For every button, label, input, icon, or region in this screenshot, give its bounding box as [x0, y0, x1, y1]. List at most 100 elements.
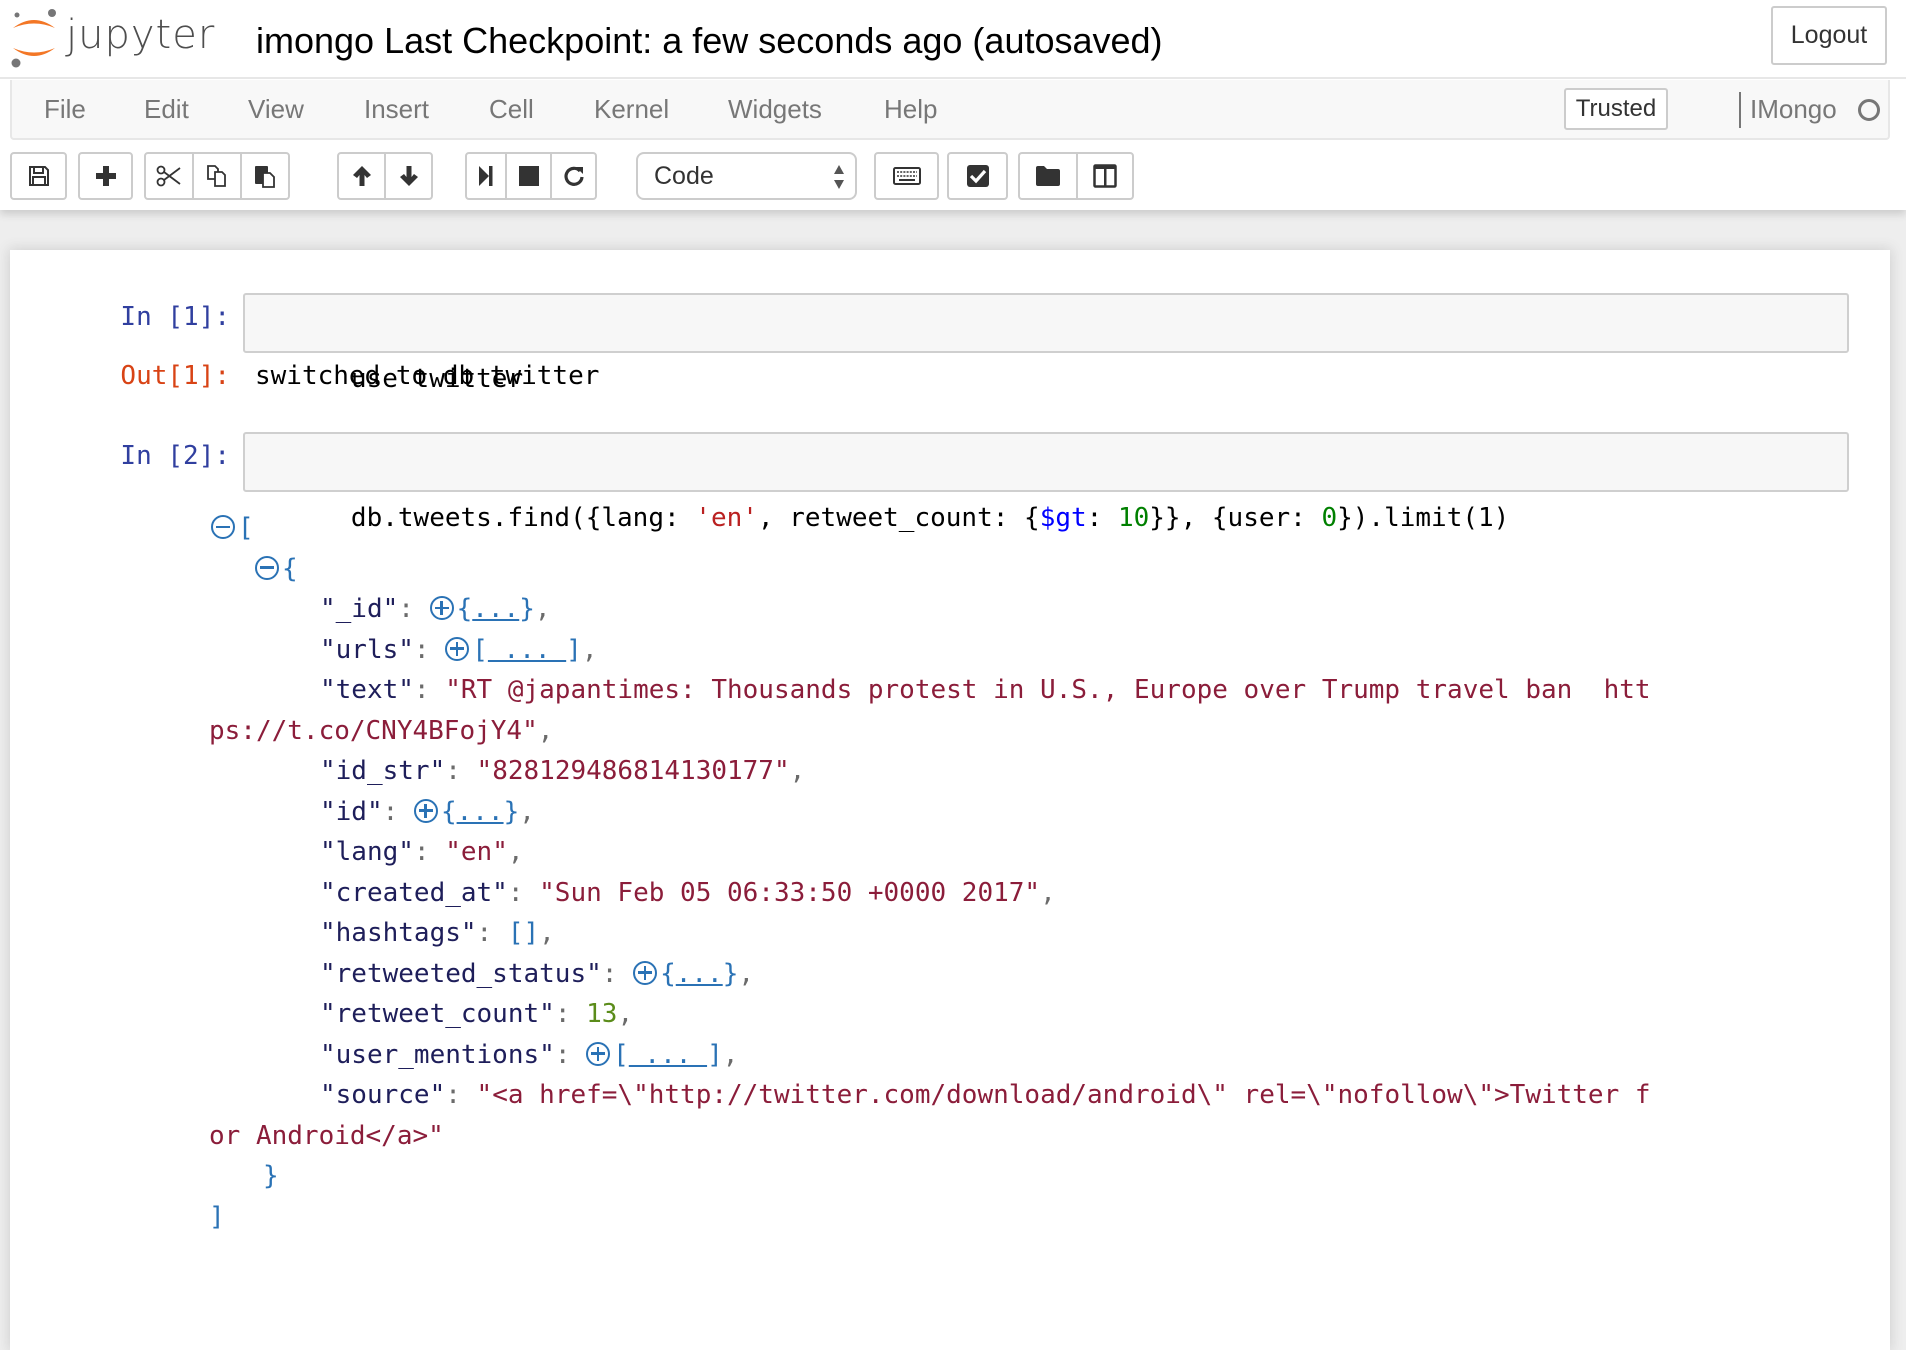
cell-input-editor[interactable]: use twitter [243, 293, 1849, 394]
menu-kernel[interactable]: Kernel [594, 80, 669, 138]
notebook-name[interactable]: imongo [256, 20, 374, 61]
code-token: 'en' [695, 503, 758, 533]
comma: , [581, 634, 598, 665]
menu-view[interactable]: View [248, 80, 304, 138]
select-arrows-icon [834, 165, 844, 189]
move-group [337, 152, 433, 200]
json-key: "lang" [320, 837, 414, 867]
comma: , [537, 715, 554, 746]
columns-icon [1093, 164, 1117, 188]
collapse-array-icon[interactable] [211, 515, 235, 539]
copy-button[interactable] [192, 152, 242, 200]
move-up-button[interactable] [337, 152, 386, 200]
step-forward-icon [479, 166, 493, 186]
paste-button[interactable] [240, 152, 290, 200]
menu-cell[interactable]: Cell [489, 80, 534, 138]
insert-cell-button[interactable] [78, 152, 133, 200]
json-string-value: "828129486814130177" [476, 756, 790, 786]
notebook-title: imongo Last Checkpoint: a few seconds ago… [256, 20, 1163, 62]
code-token: }}, {user: [1149, 503, 1322, 533]
json-key: "user_mentions" [320, 1039, 555, 1070]
cell-type-select[interactable]: Code [636, 152, 857, 200]
plus-icon [95, 166, 116, 186]
json-string-value: "en" [445, 837, 508, 867]
expand-icon[interactable] [445, 636, 470, 661]
trusted-indicator[interactable]: Trusted [1564, 88, 1668, 130]
json-line: "id_str": "828129486814130177", [320, 751, 805, 791]
logout-button[interactable]: Logout [1771, 6, 1887, 65]
extra-group [1018, 152, 1134, 200]
menu-insert[interactable]: Insert [364, 80, 429, 138]
toggle-button[interactable] [947, 152, 1008, 200]
notebook-container: In [1]: use twitter Out[1]: switched to … [10, 250, 1890, 1350]
bracket: ] [566, 634, 582, 665]
menu-edit[interactable]: Edit [144, 80, 189, 138]
move-down-button[interactable] [384, 152, 433, 200]
expand-icon[interactable] [586, 1041, 611, 1066]
expand-preview-link[interactable]: ... [488, 635, 566, 665]
comma: , [1040, 877, 1056, 908]
toggle-group [947, 152, 1008, 200]
command-palette-button[interactable] [874, 152, 939, 200]
split-view-button[interactable] [1076, 152, 1134, 200]
json-line: "_id": {...}, [320, 589, 551, 629]
expand-preview-link[interactable]: ... [472, 594, 519, 624]
expand-icon[interactable] [429, 596, 454, 620]
paste-icon [255, 166, 275, 188]
interrupt-button[interactable] [505, 152, 552, 200]
open-bracket: [ [238, 513, 254, 543]
code-token: , retweet_count: { [757, 503, 1040, 533]
copy-icon [207, 165, 226, 187]
json-line: "source": "<a href=\"http://twitter.com/… [320, 1075, 1651, 1115]
json-line: "id": {...}, [320, 792, 535, 832]
json-key: "created_at" [320, 877, 508, 908]
expand-icon[interactable] [413, 798, 438, 823]
expand-preview-link[interactable]: ... [457, 797, 504, 827]
code-text: db.tweets.find({lang: 'en', retweet_coun… [351, 503, 1509, 533]
bracket: } [503, 796, 520, 827]
cell-input-editor[interactable]: db.tweets.find({lang: 'en', retweet_coun… [243, 432, 1849, 533]
menu-file[interactable]: File [44, 80, 86, 138]
expand-preview-link[interactable]: ... [629, 1040, 707, 1070]
folder-icon [1036, 166, 1060, 186]
cut-button[interactable] [144, 152, 194, 200]
menu-help[interactable]: Help [884, 80, 937, 138]
cut-icon [156, 165, 181, 187]
colon: : [413, 675, 446, 705]
collapse-object-icon[interactable] [255, 555, 279, 580]
checkbox-icon [966, 165, 989, 187]
colon: : [554, 999, 587, 1029]
open-button[interactable] [1018, 152, 1078, 200]
json-string-value-continued: or Android</a>" [209, 1120, 444, 1151]
bracket: { [456, 594, 473, 624]
restart-button[interactable] [550, 152, 597, 200]
stop-icon [518, 166, 539, 186]
bracket: } [519, 594, 535, 624]
json-key: "retweeted_status" [320, 958, 602, 989]
json-line: or Android</a>" [209, 1116, 444, 1156]
arrow-up-icon [352, 166, 371, 186]
run-button[interactable] [465, 152, 507, 200]
json-line: "text": "RT @japantimes: Thousands prote… [320, 670, 1651, 710]
expand-preview-link[interactable]: ... [676, 959, 723, 989]
insert-group [78, 152, 133, 200]
menu-widgets[interactable]: Widgets [728, 80, 822, 138]
json-line: "user_mentions": [ ... ], [320, 1035, 738, 1075]
cell-type-value: Code [654, 162, 714, 190]
notebook-header: jupyter imongo Last Checkpoint: a few sec… [0, 0, 1906, 210]
json-key: "hashtags" [320, 918, 477, 948]
checkpoint-status: Last Checkpoint: a few seconds ago (auto… [384, 20, 1163, 61]
comma: , [539, 918, 555, 948]
colon: : [413, 837, 446, 867]
json-key: "id_str" [320, 756, 446, 786]
json-key: "urls" [320, 634, 414, 665]
expand-icon[interactable] [633, 960, 658, 985]
bracket: ] [707, 1039, 723, 1070]
comma: , [617, 999, 634, 1029]
open-brace: { [282, 553, 298, 584]
comma: , [507, 837, 524, 867]
bracket: [ [472, 634, 488, 665]
save-button[interactable] [10, 152, 67, 200]
input-prompt: In [2]: [120, 441, 230, 471]
jupyter-logo[interactable]: jupyter [8, 6, 223, 68]
